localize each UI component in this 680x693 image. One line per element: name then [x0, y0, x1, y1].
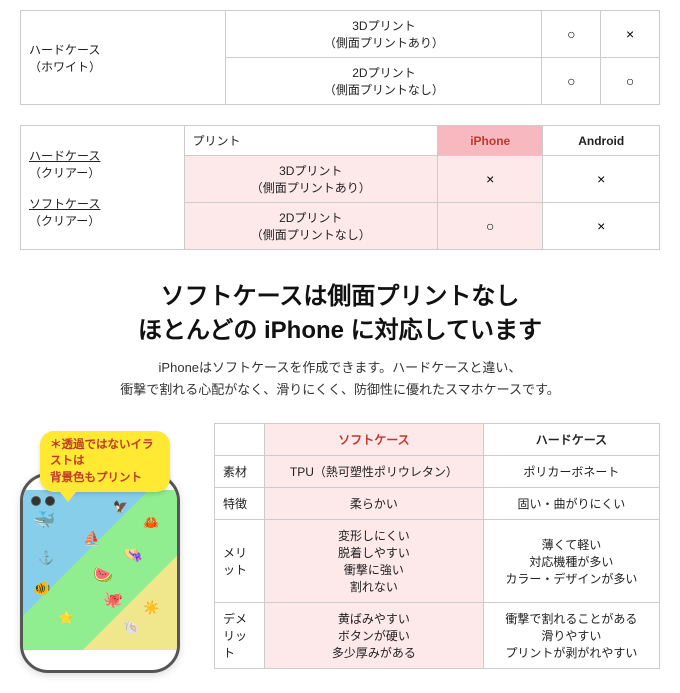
header-row: ハードケース（クリアー） ソフトケース（クリアー） プリント iPhone An… [21, 126, 660, 156]
table-row-feature: 特徴 柔らかい 固い・曲がりにくい [215, 488, 660, 520]
deco-whale: 🐳 [33, 510, 55, 531]
deco-crab: 🦀 [143, 515, 159, 531]
speech-bubble-line2: 背景色もプリント [50, 472, 142, 484]
phone-frame: 🐳 ⛵ 🦅 ⚓ 🍉 🐠 🐙 👒 🦀 ⭐ 🐚 ☀️ [20, 473, 180, 673]
table-row-demerit: デメリット 黄ばみやすいボタンが硬い多少厚みがある 衝撃で割れることがある滑りや… [215, 603, 660, 669]
demerit-label: デメリット [215, 603, 265, 669]
android-cell: × [543, 203, 660, 250]
top-comparison-table: ハードケース（ホワイト） 3Dプリント（側面プリントあり） ○ × 2Dプリント… [20, 10, 660, 105]
print-type-cell: 3Dプリント（側面プリントあり） [226, 11, 542, 58]
android-cell: ○ [601, 58, 660, 105]
hard-material: ポリカーボネート [483, 456, 659, 488]
headline-section: ソフトケースは側面プリントなし ほとんどの iPhone に対応しています iP… [0, 260, 680, 413]
bottom-comparison-table-top: ハードケース（クリアー） ソフトケース（クリアー） プリント iPhone An… [20, 125, 660, 250]
deco-starfish: ⭐ [58, 610, 74, 626]
print-type-cell: 2Dプリント（側面プリントなし） [226, 58, 542, 105]
bottom-section: ＊透過ではないイラストは 背景色もプリント 🐳 ⛵ 🦅 ⚓ 🍉 🐠 🐙 👒 🦀 [0, 413, 680, 693]
hard-demerit: 衝撃で割れることがある滑りやすいプリントが剥がれやすい [483, 603, 659, 669]
iphone-cell: × [437, 156, 542, 203]
bottom-table-wrap: ソフトケース ハードケース 素材 TPU（熱可塑性ポリウレタン） ポリカーボネー… [214, 423, 660, 669]
soft-demerit: 黄ばみやすいボタンが硬い多少厚みがある [265, 603, 484, 669]
camera-dot-2 [45, 496, 55, 506]
hard-clear-label: ハードケース（クリアー） [29, 149, 100, 180]
phone-screen: 🐳 ⛵ 🦅 ⚓ 🍉 🐠 🐙 👒 🦀 ⭐ 🐚 ☀️ [23, 490, 177, 650]
print-type-cell: 3Dプリント（側面プリントあり） [184, 156, 437, 203]
iphone-col-header: iPhone [437, 126, 542, 156]
table-row-material: 素材 TPU（熱可塑性ポリウレタン） ポリカーボネート [215, 456, 660, 488]
soft-material: TPU（熱可塑性ポリウレタン） [265, 456, 484, 488]
deco-sun: ☀️ [143, 600, 159, 616]
table-row-merit: メリット 変形しにくい脱着しやすい衝撃に強い割れない 薄くて軽い対応機種が多いカ… [215, 520, 660, 603]
android-cell: × [601, 11, 660, 58]
deco-boat: ⛵ [83, 530, 100, 547]
soft-hard-comparison-table: ソフトケース ハードケース 素材 TPU（熱可塑性ポリウレタン） ポリカーボネー… [214, 423, 660, 669]
iphone-cell: ○ [542, 11, 601, 58]
table-row: ハードケース（ホワイト） 3Dプリント（側面プリントあり） ○ × [21, 11, 660, 58]
deco-octopus: 🐙 [103, 590, 123, 610]
table-header-row: ソフトケース ハードケース [215, 424, 660, 456]
soft-merit: 変形しにくい脱着しやすい衝撃に強い割れない [265, 520, 484, 603]
hard-case-header: ハードケース [483, 424, 659, 456]
hard-merit: 薄くて軽い対応機種が多いカラー・デザインが多い [483, 520, 659, 603]
iphone-cell: ○ [437, 203, 542, 250]
row-group-label-clear: ハードケース（クリアー） ソフトケース（クリアー） [21, 126, 185, 250]
deco-bird: 🦅 [113, 500, 128, 514]
soft-clear-label: ソフトケース（クリアー） [29, 197, 100, 228]
headline-main: ソフトケースは側面プリントなし ほとんどの iPhone に対応しています [30, 280, 650, 347]
deco-watermelon: 🍉 [93, 565, 113, 585]
speech-bubble: ＊透過ではないイラストは 背景色もプリント [40, 431, 170, 491]
hard-feature: 固い・曲がりにくい [483, 488, 659, 520]
speech-bubble-line1: ＊透過ではないイラストは [50, 439, 154, 467]
deco-shell: 🐚 [123, 620, 139, 636]
top-table-section: ハードケース（ホワイト） 3Dプリント（側面プリントあり） ○ × 2Dプリント… [0, 0, 680, 260]
headline-body: iPhoneはソフトケースを作成できます。ハードケースと違い、 衝撃で割れる心配… [30, 357, 650, 401]
feature-label: 特徴 [215, 488, 265, 520]
print-col-header: プリント [184, 126, 437, 156]
android-col-header: Android [543, 126, 660, 156]
phone-cameras [31, 496, 55, 506]
print-type-cell: 2Dプリント（側面プリントなし） [184, 203, 437, 250]
empty-header [215, 424, 265, 456]
android-cell: × [543, 156, 660, 203]
iphone-cell: ○ [542, 58, 601, 105]
row-group-label-white: ハードケース（ホワイト） [21, 11, 226, 105]
headline-line1: ソフトケースは側面プリントなし [161, 283, 520, 310]
soft-case-header: ソフトケース [265, 424, 484, 456]
headline-line2: ほとんどの iPhone に対応しています [138, 317, 542, 344]
material-label: 素材 [215, 456, 265, 488]
camera-dot-1 [31, 496, 41, 506]
phone-illustration-container: ＊透過ではないイラストは 背景色もプリント 🐳 ⛵ 🦅 ⚓ 🍉 🐠 🐙 👒 🦀 [20, 423, 200, 673]
table-gap [20, 105, 660, 125]
deco-hat: 👒 [123, 545, 143, 565]
deco-fish: 🐠 [33, 580, 50, 597]
merit-label: メリット [215, 520, 265, 603]
deco-anchor: ⚓ [38, 550, 54, 566]
soft-feature: 柔らかい [265, 488, 484, 520]
